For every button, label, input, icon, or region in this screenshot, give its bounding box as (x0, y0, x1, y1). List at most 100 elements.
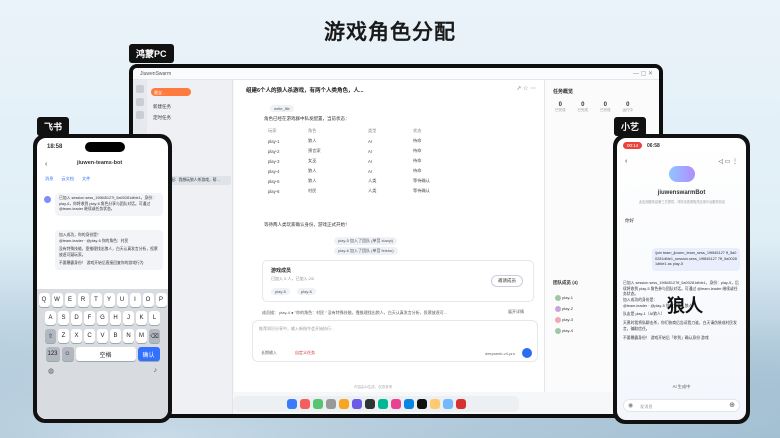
emoji-key[interactable]: ☺ (61, 347, 74, 361)
app-icon[interactable] (299, 399, 310, 409)
tab-files[interactable]: 文件 (82, 176, 90, 182)
key[interactable]: E (64, 293, 76, 307)
key[interactable]: V (97, 329, 108, 343)
key[interactable]: U (116, 293, 128, 307)
back-icon[interactable]: ‹ (45, 161, 47, 168)
key[interactable]: Z (58, 329, 69, 343)
user-chip[interactable]: 最宝 ... (151, 88, 191, 96)
roles-table: 玩家 角色 类型 状态 play-1 狼人 AI 待命 play-2 预言家 AI 待命 p… (264, 126, 434, 196)
status-time: 18:58 (47, 144, 63, 150)
key[interactable]: L (149, 311, 160, 325)
key[interactable]: S (58, 311, 69, 325)
footer-note: 内容由AI生成，仅供参考 (354, 385, 393, 389)
key[interactable]: R (77, 293, 89, 307)
app-icon[interactable] (351, 399, 362, 409)
input-placeholder: 推荐知识分享中，输入新指令会开始执行... (259, 326, 335, 331)
long-input-tool[interactable]: 长期输入 (261, 350, 277, 356)
app-icon[interactable] (377, 399, 388, 409)
key[interactable]: H (110, 311, 121, 325)
key[interactable]: W (51, 293, 63, 307)
key[interactable]: D (71, 311, 82, 325)
app-icon[interactable] (364, 399, 375, 409)
message-bubble: 已加入 session sess_19f845127f_5a00281dfde1… (55, 193, 163, 216)
numbers-key[interactable]: 123 (45, 347, 60, 361)
home-icon[interactable] (136, 85, 144, 93)
cell: 狼人 (308, 168, 317, 173)
key[interactable]: Q (38, 293, 50, 307)
chat-actions-icon[interactable]: ↗ ☆ ⋯ (516, 85, 536, 92)
scheduled-task-item[interactable]: 定时任务 (153, 115, 171, 121)
chat-tabs: 消息 云文档 文件 (45, 176, 90, 182)
key[interactable]: G (97, 311, 108, 325)
team-icon[interactable] (136, 111, 144, 119)
team-member[interactable]: play-4 (555, 325, 573, 336)
app-icon[interactable] (403, 399, 414, 409)
cell: 狼人 (308, 178, 317, 183)
xiaoyi-screen: 00:14 06:58 ‹ ◁ ▭ ⋮ jiuwenswarmBot 此应用服务… (617, 138, 746, 420)
new-task-item[interactable]: 新建任务 (153, 104, 171, 110)
app-icon[interactable] (429, 399, 440, 409)
voice-icon[interactable]: ◉ (628, 402, 633, 409)
team-member[interactable]: play-2 (555, 303, 573, 314)
team-member[interactable]: play-1 (555, 292, 573, 303)
key[interactable]: J (123, 311, 134, 325)
xiaoyi-phone: 00:14 06:58 ‹ ◁ ▭ ⋮ jiuwenswarmBot 此应用服务… (613, 134, 750, 424)
key[interactable]: I (129, 293, 141, 307)
expand-button[interactable]: 展开详情 (508, 309, 524, 315)
app-icon[interactable] (455, 399, 466, 409)
message-input[interactable]: ◉ 发消息 ⊕ (623, 399, 740, 412)
app-icon[interactable] (442, 399, 453, 409)
app-icon[interactable] (390, 399, 401, 409)
app-icon[interactable] (325, 399, 336, 409)
key[interactable]: C (84, 329, 95, 343)
members-title: 游戏成员 (271, 268, 292, 274)
window-controls[interactable]: — ▢ ✕ (633, 70, 653, 77)
backspace-key[interactable]: ⌫ (149, 329, 160, 343)
header-actions-icon[interactable]: ◁ ▭ ⋮ (718, 158, 738, 165)
back-icon[interactable]: ‹ (625, 158, 627, 165)
shift-key[interactable]: ⇧ (45, 329, 56, 343)
app-icon[interactable] (416, 399, 427, 409)
cell: AI (368, 168, 372, 174)
header-cell: 玩家 (268, 128, 277, 133)
key[interactable]: M (136, 329, 147, 343)
globe-icon[interactable]: ◍ (48, 367, 54, 375)
app-icon[interactable] (312, 399, 323, 409)
key[interactable]: B (110, 329, 121, 343)
tab-docs[interactable]: 云文档 (61, 176, 74, 182)
input-placeholder: 发消息 (640, 404, 653, 409)
key[interactable]: X (71, 329, 82, 343)
key-row: ⇧ ZXCVBNM ⌫ (40, 329, 165, 343)
chat-input[interactable]: 推荐知识分享中，输入新指令会开始执行... 长期输入 自定义任务 deepsee… (252, 320, 538, 362)
tab-messages[interactable]: 消息 (45, 176, 53, 182)
space-key[interactable]: 空格 (75, 347, 136, 361)
key-row: QWERTYUIOP (38, 293, 167, 307)
model-select[interactable]: deepseek-v4-pro (485, 351, 515, 356)
app-name: JiuwenSwarm (140, 71, 172, 77)
keyboard-bottom: ◍ ♪ (40, 365, 165, 377)
mic-icon[interactable]: ♪ (154, 367, 158, 375)
key[interactable]: N (123, 329, 134, 343)
app-icon[interactable] (286, 399, 297, 409)
invite-members-button[interactable]: 邀请成员 (491, 275, 523, 287)
roles-table-wrap: 玩家 角色 类型 状态 play-1 狼人 AI 待命 play-2 预言家 AI 待命 p… (234, 122, 434, 196)
apps-icon[interactable] (136, 98, 144, 106)
send-button[interactable] (522, 348, 532, 358)
cell: 等待确认 (413, 178, 430, 183)
key[interactable]: F (84, 311, 95, 325)
add-icon[interactable]: ⊕ (729, 401, 735, 409)
tool-chip[interactable]: write_file (270, 105, 294, 112)
member-chip: play-5 (271, 288, 290, 295)
key[interactable]: K (136, 311, 147, 325)
app-icon[interactable] (338, 399, 349, 409)
key[interactable]: T (90, 293, 102, 307)
key[interactable]: Y (103, 293, 115, 307)
table-row: play-6 村民 人类 等待确认 (264, 186, 434, 196)
key[interactable]: O (142, 293, 154, 307)
custom-task-tool[interactable]: 自定义任务 (295, 350, 315, 356)
key[interactable]: P (155, 293, 167, 307)
key[interactable]: A (45, 311, 56, 325)
team-member[interactable]: play-3 (555, 314, 573, 325)
return-key[interactable]: 确认 (137, 347, 160, 361)
join-msg: play-6 加入了团队 (单音 feishu) (334, 247, 398, 255)
